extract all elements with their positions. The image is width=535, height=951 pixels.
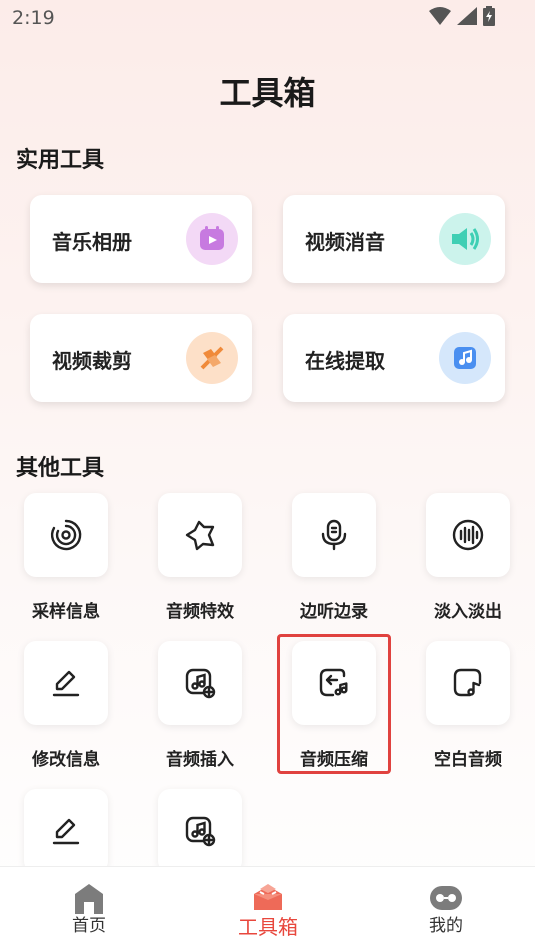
card-label: 音乐相册 [52, 230, 132, 254]
wifi-icon [429, 7, 451, 25]
tool-label: 淡入淡出 [434, 602, 502, 622]
music-album-icon [186, 213, 238, 265]
tool-label: 音频特效 [166, 602, 234, 622]
audio-effect-icon [158, 493, 242, 577]
tool-audio-insert[interactable]: 音频插入 [145, 641, 255, 770]
status-icons [429, 6, 495, 26]
card-label: 在线提取 [305, 349, 385, 373]
section-title-other: 其他工具 [16, 456, 105, 481]
tab-label: 首页 [72, 916, 106, 936]
audio-insert-icon [158, 641, 242, 725]
sample-info-icon [24, 493, 108, 577]
tool-label: 采样信息 [32, 602, 100, 622]
selection-highlight [277, 634, 391, 774]
page-title: 工具箱 [219, 74, 316, 112]
tool-fade[interactable]: 淡入淡出 [413, 493, 523, 622]
card-music-album[interactable]: 音乐相册 [30, 195, 252, 283]
tool-sample-info[interactable]: 采样信息 [11, 493, 121, 622]
tool-edit-info-2[interactable] [11, 789, 121, 873]
fade-icon [426, 493, 510, 577]
crop-video-icon [186, 332, 238, 384]
signal-icon [457, 7, 477, 25]
microphone-icon [292, 493, 376, 577]
tool-audio-effect[interactable]: 音频特效 [145, 493, 255, 622]
tool-audio-insert-2[interactable] [145, 789, 255, 873]
status-bar: 2:19 [0, 0, 535, 36]
tab-profile[interactable]: 我的 [386, 867, 506, 951]
edit-icon [24, 789, 108, 873]
card-crop-video[interactable]: 视频裁剪 [30, 314, 252, 402]
tool-label: 修改信息 [32, 750, 100, 770]
card-label: 视频裁剪 [52, 349, 132, 373]
card-mute-video[interactable]: 视频消音 [283, 195, 505, 283]
tab-label: 工具箱 [238, 915, 298, 939]
tool-label: 边听边录 [300, 602, 368, 622]
card-online-extract[interactable]: 在线提取 [283, 314, 505, 402]
battery-icon [483, 6, 495, 26]
blank-audio-icon [426, 641, 510, 725]
tool-edit-info[interactable]: 修改信息 [11, 641, 121, 770]
tool-label: 音频插入 [166, 750, 234, 770]
tool-label: 空白音频 [434, 750, 502, 770]
tool-listen-record[interactable]: 边听边录 [279, 493, 389, 622]
card-label: 视频消音 [305, 230, 385, 254]
mute-video-icon [439, 213, 491, 265]
tool-blank-audio[interactable]: 空白音频 [413, 641, 523, 770]
bottom-tab-bar: 首页 工具箱 我的 [0, 866, 535, 951]
tab-toolbox[interactable]: 工具箱 [208, 867, 328, 951]
audio-insert-icon [158, 789, 242, 873]
online-extract-icon [439, 332, 491, 384]
status-time: 2:19 [12, 7, 55, 29]
tab-home[interactable]: 首页 [29, 867, 149, 951]
section-title-practical: 实用工具 [16, 148, 105, 173]
tab-label: 我的 [429, 916, 463, 936]
edit-icon [24, 641, 108, 725]
